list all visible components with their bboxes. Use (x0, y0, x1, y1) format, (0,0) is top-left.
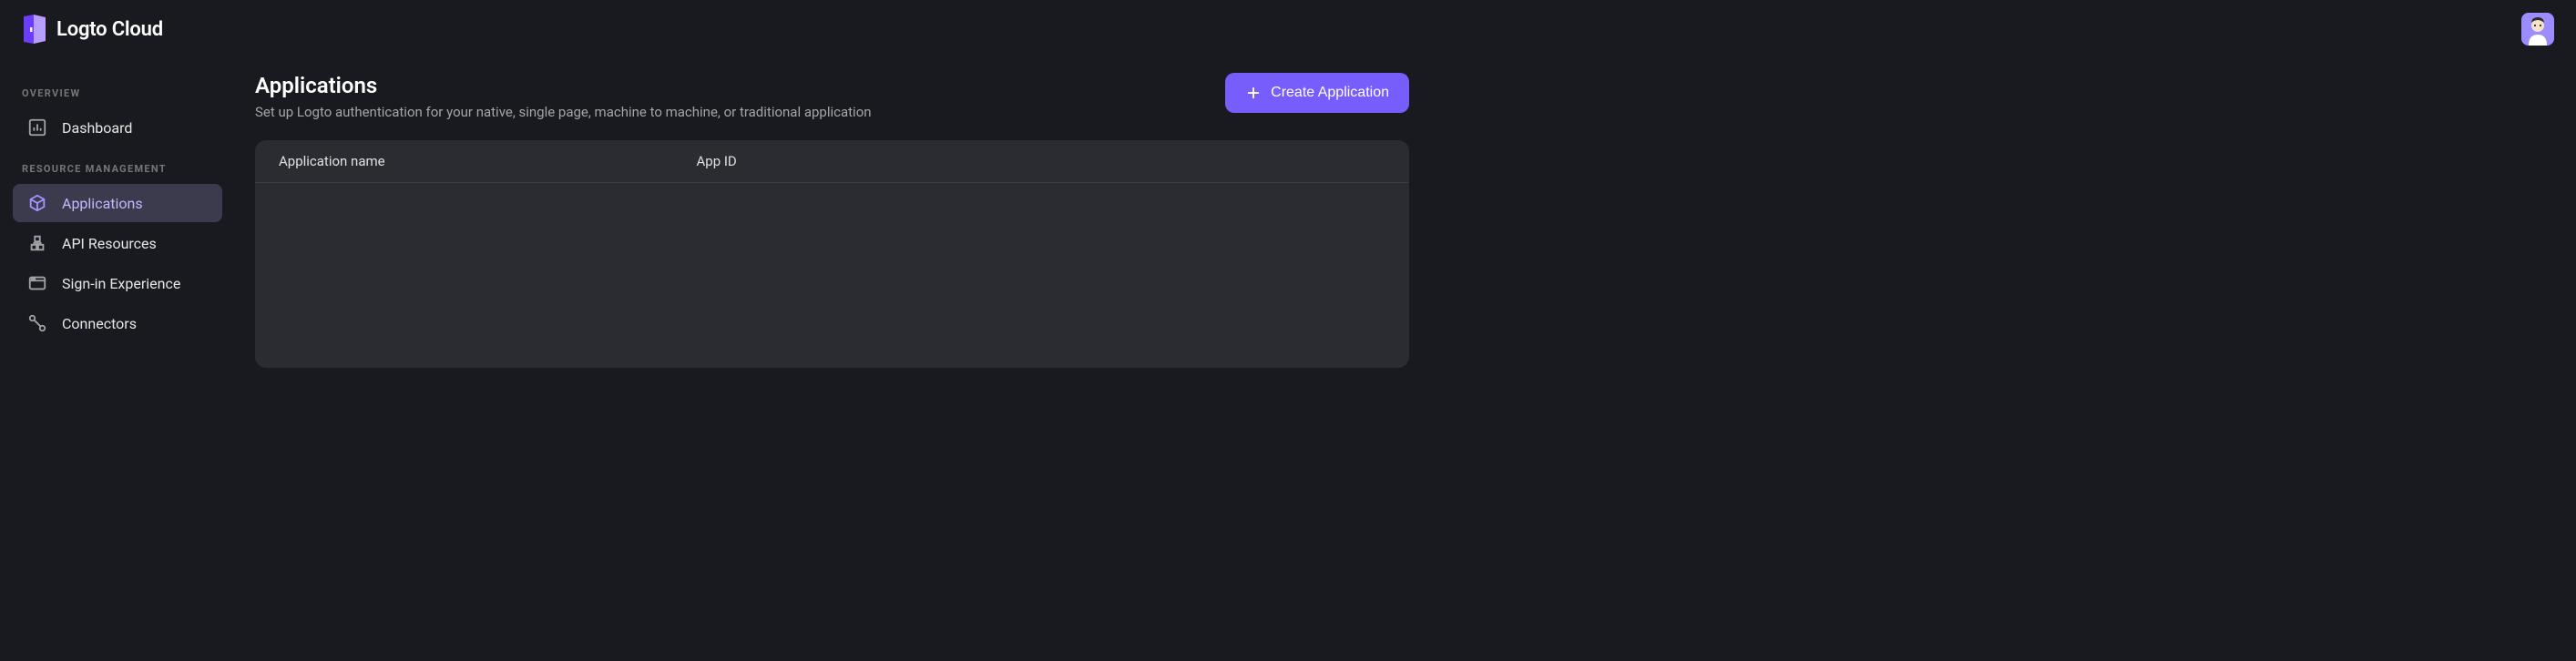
sidebar-item-dashboard[interactable]: Dashboard (13, 108, 222, 147)
table-header: Application name App ID (255, 140, 1409, 183)
sidebar-item-label: Applications (62, 195, 143, 212)
brand[interactable]: Logto Cloud (22, 15, 163, 44)
applications-icon (27, 193, 47, 213)
api-resources-icon (27, 233, 47, 253)
sidebar-item-applications[interactable]: Applications (13, 184, 222, 222)
page-subtitle: Set up Logto authentication for your nat… (255, 104, 872, 120)
dashboard-icon (27, 117, 47, 137)
sidebar-item-api-resources[interactable]: API Resources (13, 224, 222, 262)
sidebar-item-label: Sign-in Experience (62, 275, 180, 292)
sidebar-item-connectors[interactable]: Connectors (13, 304, 222, 342)
column-header-name: Application name (279, 153, 696, 169)
sidebar-item-label: API Resources (62, 235, 157, 252)
sign-in-experience-icon (27, 273, 47, 293)
column-header-id: App ID (696, 153, 1385, 169)
sidebar-item-label: Dashboard (62, 119, 132, 137)
sidebar-section-resource-management: RESOURCE MANAGEMENT (0, 148, 235, 182)
avatar[interactable] (2521, 13, 2554, 46)
sidebar-item-sign-in-experience[interactable]: Sign-in Experience (13, 264, 222, 302)
create-application-button[interactable]: Create Application (1225, 73, 1409, 113)
sidebar-section-overview: OVERVIEW (0, 73, 235, 107)
header: Logto Cloud (0, 0, 2576, 58)
applications-table: Application name App ID (255, 140, 1409, 368)
page-title: Applications (255, 73, 872, 98)
create-button-label: Create Application (1271, 85, 1389, 101)
avatar-icon (2521, 13, 2554, 46)
brand-text: Logto Cloud (56, 18, 163, 41)
page-header: Applications Set up Logto authentication… (255, 73, 1409, 120)
logto-logo-icon (22, 15, 47, 44)
sidebar-item-label: Connectors (62, 315, 137, 332)
connectors-icon (27, 313, 47, 333)
plus-icon (1245, 85, 1262, 101)
